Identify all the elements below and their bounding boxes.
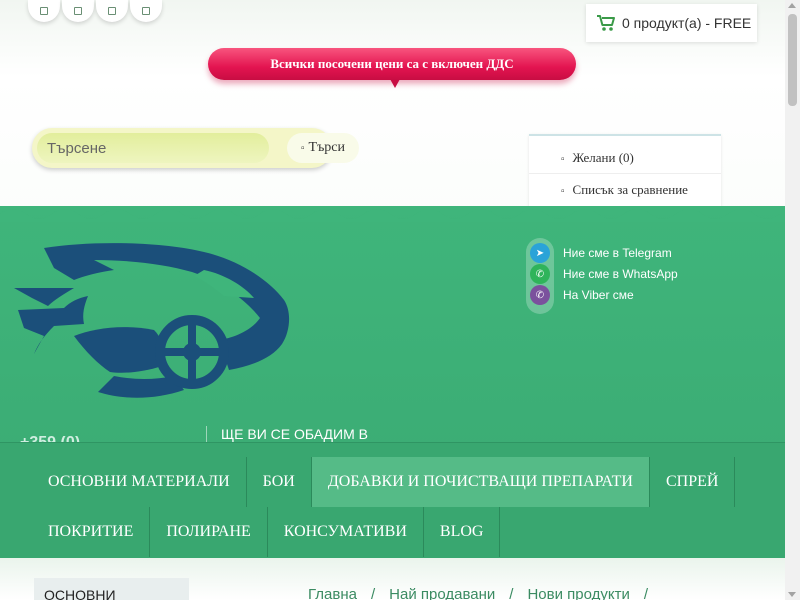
wishlist-link[interactable]: ▫ Желани (0): [529, 142, 721, 174]
menu-item-spray[interactable]: СПРЕЙ: [650, 457, 736, 507]
categories-title[interactable]: ОСНОВНИ: [34, 578, 189, 600]
menu-item-coating[interactable]: ПОКРИТИЕ: [32, 507, 151, 557]
breadcrumb-new-products[interactable]: Нови продукти: [527, 586, 629, 600]
vat-notice-text: Всички посочени цени са с включен ДДС: [270, 56, 514, 71]
menu-item-polishing[interactable]: ПОЛИРАНЕ: [150, 507, 268, 557]
banner-tail: [390, 79, 400, 88]
compare-label: Списък за сравнение: [572, 182, 688, 197]
wishlist-label: Желани (0): [572, 150, 634, 165]
whatsapp-link[interactable]: ✆ Ние сме в WhatsApp: [530, 264, 678, 284]
breadcrumb-separator: /: [509, 586, 514, 600]
compare-icon: ▫: [561, 186, 565, 197]
menu-item-blog[interactable]: BLOG: [424, 507, 501, 557]
main-menu: ОСНОВНИ МАТЕРИАЛИ БОИ ДОБАВКИ И ПОЧИСТВА…: [0, 442, 785, 558]
whatsapp-label: Ние сме в WhatsApp: [563, 267, 678, 281]
compare-link[interactable]: ▫ Списък за сравнение: [529, 174, 721, 206]
menu-item-paints[interactable]: БОИ: [247, 457, 312, 507]
square-icon: [142, 7, 150, 15]
page-scrollbar[interactable]: [785, 0, 800, 600]
square-icon: [40, 7, 48, 15]
search-button[interactable]: ▫ Търси: [287, 133, 359, 163]
wishlist-panel: ▫ Желани (0) ▫ Списък за сравнение: [529, 134, 721, 214]
telegram-icon: ➤: [530, 243, 550, 263]
menu-item-additives[interactable]: ДОБАВКИ И ПОЧИСТВАЩИ ПРЕПАРАТИ: [311, 457, 650, 507]
breadcrumb-bestsellers[interactable]: Най продавани: [389, 586, 495, 600]
viber-label: На Viber сме: [563, 288, 634, 302]
square-icon: [74, 7, 82, 15]
scroll-up-arrow-icon[interactable]: [788, 3, 796, 8]
telegram-label: Ние сме в Telegram: [563, 246, 672, 260]
viber-icon: ✆: [530, 285, 550, 305]
search-bar: ▫Търси: [32, 128, 359, 168]
breadcrumb-separator: /: [370, 586, 376, 600]
breadcrumb-separator: /: [643, 586, 649, 600]
telegram-link[interactable]: ➤ Ние сме в Telegram: [530, 243, 672, 263]
menu-row-2: ПОКРИТИЕ ПОЛИРАНЕ КОНСУМАТИВИ BLOG: [32, 507, 501, 557]
menu-item-basic-materials[interactable]: ОСНОВНИ МАТЕРИАЛИ: [32, 457, 247, 507]
heart-icon: ▫: [561, 154, 565, 165]
search-icon: ▫: [300, 143, 305, 154]
whatsapp-icon: ✆: [530, 264, 550, 284]
menu-row-1: ОСНОВНИ МАТЕРИАЛИ БОИ ДОБАВКИ И ПОЧИСТВА…: [32, 457, 736, 507]
breadcrumb: Главна / Най продавани / Нови продукти /: [308, 586, 662, 600]
search-button-label: Търси: [308, 140, 346, 155]
scroll-thumb[interactable]: [788, 14, 797, 106]
callback-text: ЩЕ ВИ СЕ ОБАДИМ В: [206, 426, 406, 442]
search-input[interactable]: [37, 133, 269, 163]
cart-icon: [597, 15, 615, 31]
scroll-down-arrow-icon[interactable]: [788, 592, 796, 597]
vat-notice-banner: Всички посочени цени са с включен ДДС: [208, 48, 576, 80]
cart-summary: 0 продукт(а) - FREE: [622, 15, 752, 31]
menu-item-consumables[interactable]: КОНСУМАТИВИ: [268, 507, 424, 557]
breadcrumb-home[interactable]: Главна: [308, 586, 357, 600]
viber-link[interactable]: ✆ На Viber сме: [530, 285, 634, 305]
car-logo-icon: [14, 243, 290, 398]
messenger-links: ➤ Ние сме в Telegram ✆ Ние сме в WhatsAp…: [526, 238, 686, 314]
wave-divider: [0, 209, 785, 222]
square-icon: [108, 7, 116, 15]
cart-button[interactable]: 0 продукт(а) - FREE: [586, 4, 757, 42]
